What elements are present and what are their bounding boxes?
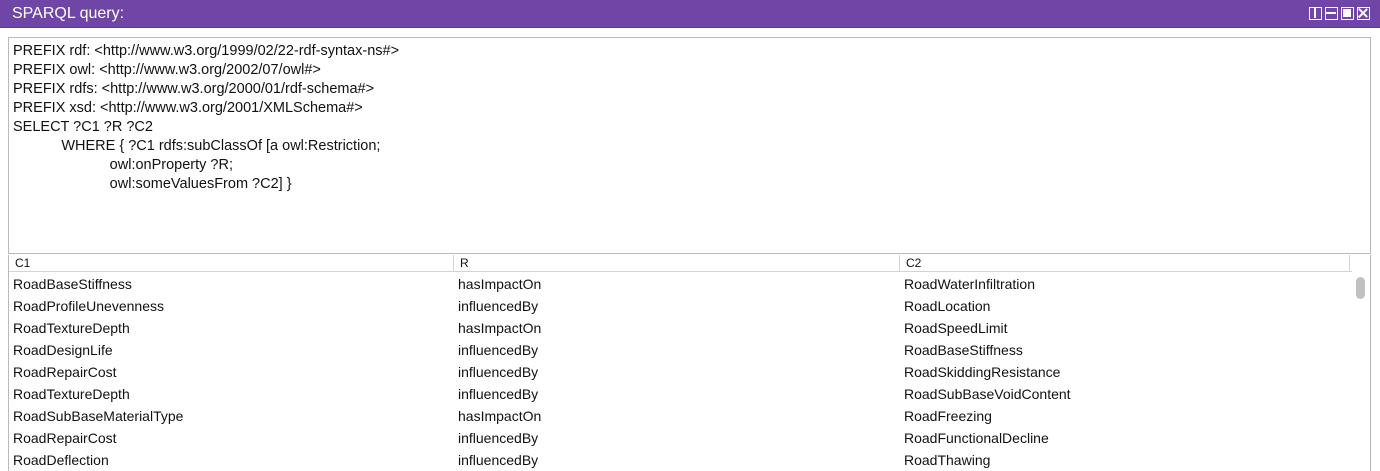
cell-c1: RoadRepairCost [13, 430, 117, 446]
column-header-c1[interactable]: C1 [9, 255, 454, 271]
cell-c1: RoadDeflection [13, 452, 109, 468]
scrollbar-thumb[interactable] [1356, 277, 1365, 299]
results-table: C1 R C2 RoadBaseStiffness hasImpactOn Ro… [8, 255, 1371, 471]
results-header: C1 R C2 [9, 255, 1352, 272]
column-header-r[interactable]: R [454, 255, 900, 271]
sparql-query-panel: SPARQL query: PREFIX rdf: <http://www.w3… [0, 0, 1380, 471]
cell-r: influencedBy [458, 430, 539, 446]
close-icon[interactable] [1357, 7, 1370, 20]
cell-r: influencedBy [458, 342, 539, 358]
cell-c1: RoadRepairCost [13, 364, 117, 380]
cell-c2: RoadSubBaseVoidContent [904, 386, 1071, 402]
cell-c2: RoadThawing [904, 452, 991, 468]
cell-c1: RoadDesignLife [13, 342, 113, 358]
query-line: PREFIX owl: <http://www.w3.org/2002/07/o… [13, 62, 321, 78]
cell-c1: RoadSubBaseMaterialType [13, 408, 184, 424]
cell-c2: RoadSpeedLimit [904, 320, 1008, 336]
minimize-icon[interactable] [1325, 7, 1338, 20]
cell-c2: RoadLocation [904, 298, 991, 314]
table-row[interactable]: RoadProfileUnevenness influencedBy RoadL… [9, 295, 1352, 317]
cell-c1: RoadBaseStiffness [13, 276, 132, 292]
column-header-c2[interactable]: C2 [900, 255, 1350, 271]
cell-c1: RoadTextureDepth [13, 386, 130, 402]
table-row[interactable]: RoadTextureDepth hasImpactOn RoadSpeedLi… [9, 317, 1352, 339]
query-editor[interactable]: PREFIX rdf: <http://www.w3.org/1999/02/2… [8, 37, 1371, 254]
cell-c2: RoadFreezing [904, 408, 992, 424]
table-row[interactable]: RoadDeflection influencedBy RoadThawing [9, 449, 1352, 471]
panel-title: SPARQL query: [12, 5, 125, 22]
panel-title-bar[interactable]: SPARQL query: [0, 0, 1380, 28]
query-line: owl:someValuesFrom ?C2] } [13, 176, 292, 192]
table-row[interactable]: RoadDesignLife influencedBy RoadBaseStif… [9, 339, 1352, 361]
cell-c2: RoadWaterInfiltration [904, 276, 1035, 292]
table-row[interactable]: RoadRepairCost influencedBy RoadSkidding… [9, 361, 1352, 383]
results-vertical-scrollbar[interactable] [1352, 255, 1370, 471]
table-row[interactable]: RoadSubBaseMaterialType hasImpactOn Road… [9, 405, 1352, 427]
cell-c2: RoadSkiddingResistance [904, 364, 1061, 380]
cell-r: hasImpactOn [458, 408, 542, 424]
cell-r: influencedBy [458, 452, 539, 468]
cell-r: influencedBy [458, 298, 539, 314]
cell-c2: RoadFunctionalDecline [904, 430, 1049, 446]
window-controls [1309, 7, 1370, 20]
cell-c2: RoadBaseStiffness [904, 342, 1023, 358]
cell-r: influencedBy [458, 364, 539, 380]
query-line: WHERE { ?C1 rdfs:subClassOf [a owl:Restr… [13, 138, 381, 154]
cell-c1: RoadTextureDepth [13, 320, 130, 336]
query-line: PREFIX rdfs: <http://www.w3.org/2000/01/… [13, 81, 375, 97]
query-line: PREFIX xsd: <http://www.w3.org/2001/XMLS… [13, 100, 363, 116]
cell-r: hasImpactOn [458, 276, 542, 292]
table-row[interactable]: RoadRepairCost influencedBy RoadFunction… [9, 427, 1352, 449]
cell-r: influencedBy [458, 386, 539, 402]
query-line: owl:onProperty ?R; [13, 157, 233, 173]
table-row[interactable]: RoadTextureDepth influencedBy RoadSubBas… [9, 383, 1352, 405]
cell-c1: RoadProfileUnevenness [13, 298, 164, 314]
table-row[interactable]: RoadBaseStiffness hasImpactOn RoadWaterI… [9, 273, 1352, 295]
query-line: SELECT ?C1 ?R ?C2 [13, 119, 153, 135]
dock-view-icon[interactable] [1309, 7, 1322, 20]
maximize-icon[interactable] [1341, 7, 1354, 20]
query-line: PREFIX rdf: <http://www.w3.org/1999/02/2… [13, 43, 400, 59]
cell-r: hasImpactOn [458, 320, 542, 336]
